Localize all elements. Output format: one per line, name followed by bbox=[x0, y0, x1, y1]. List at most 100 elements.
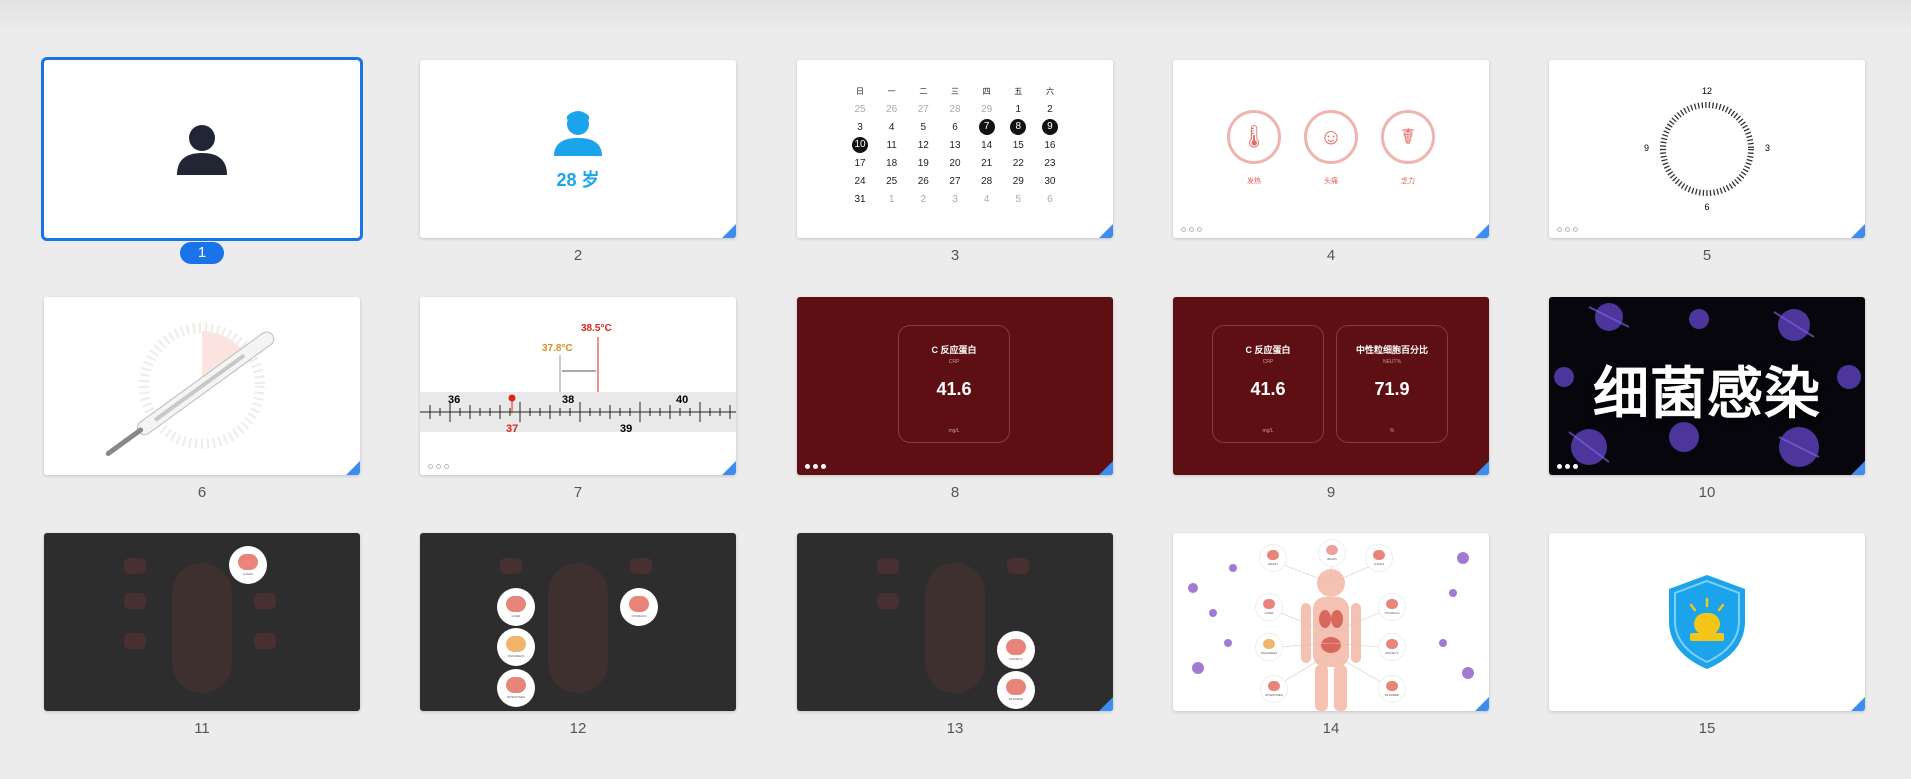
slide-preview[interactable] bbox=[1549, 533, 1865, 711]
calendar-day: 25 bbox=[886, 175, 898, 187]
thermometer-icon: 🌡 bbox=[1227, 110, 1281, 164]
calendar-day: 2 bbox=[1047, 103, 1053, 115]
kidneys-bubble: KIDNEYS bbox=[1378, 633, 1406, 661]
organ-label: LUNGS bbox=[1373, 562, 1385, 566]
calendar-week: 17 18 19 20 21 22 23 bbox=[849, 154, 1061, 172]
calendar-day: 14 bbox=[981, 139, 993, 151]
age-label: 28 岁 bbox=[556, 170, 600, 190]
slide-number: 4 bbox=[1326, 247, 1336, 264]
organ-ghost bbox=[877, 593, 899, 609]
liver-icon bbox=[1263, 599, 1275, 609]
organ-label: KIDNEYS bbox=[1385, 651, 1399, 655]
calendar-day: 24 bbox=[854, 175, 866, 187]
metric-title: C 反应蛋白 bbox=[931, 345, 977, 355]
slide-thumbnail-9[interactable]: C 反应蛋白 CRP 41.6 mg/L 中性粒细胞百分比 NEUT% 71.9… bbox=[1173, 297, 1489, 507]
calendar-day: 6 bbox=[952, 121, 958, 133]
stomach-bubble: STOMACH bbox=[620, 588, 658, 626]
transition-marker bbox=[346, 461, 360, 475]
slide-thumbnail-6[interactable]: 6 bbox=[44, 297, 360, 507]
calendar-day: 6 bbox=[1047, 193, 1053, 205]
dots-indicator bbox=[428, 464, 449, 469]
calendar-week: 3 4 5 6 7 8 9 bbox=[849, 118, 1061, 136]
body-silhouette bbox=[172, 563, 232, 693]
calendar-day: 25 bbox=[854, 103, 866, 115]
slide-thumbnail-14[interactable]: HEART BRAIN LUNGS LIVER STOMACH PANCREAS… bbox=[1173, 533, 1489, 743]
metric-card: C 反应蛋白 CRP 41.6 mg/L bbox=[898, 325, 1010, 443]
slide-preview[interactable]: LIVER PANCREAS INTESTINES STOMACH bbox=[420, 533, 736, 711]
pancreas-icon bbox=[1263, 639, 1275, 649]
slide-thumbnail-10[interactable]: 细菌感染 10 bbox=[1549, 297, 1865, 507]
metric-unit: % bbox=[1389, 428, 1395, 434]
ruler-tick-label: 38 bbox=[562, 394, 575, 406]
slide-thumbnail-4[interactable]: 🌡 发热 ☺ 头痛 ☤ 乏力 4 bbox=[1173, 60, 1489, 270]
bladder-bubble: BLADDER bbox=[1378, 675, 1406, 703]
calendar-day: 16 bbox=[1044, 139, 1056, 151]
kidneys-icon bbox=[1006, 639, 1026, 655]
organ-label: LIVER bbox=[1264, 611, 1274, 615]
slide-number: 12 bbox=[569, 720, 587, 737]
slide-thumbnail-13[interactable]: KIDNEYS BLADDER 13 bbox=[797, 533, 1113, 743]
organ-ghost bbox=[254, 593, 276, 609]
fatigue-icon: ☤ bbox=[1381, 110, 1435, 164]
slide-thumbnail-3[interactable]: 日 一 二 三 四 五 六 25 26 27 28 29 1 2 3 4 5 6… bbox=[797, 60, 1113, 270]
slide-thumbnail-5[interactable]: 12 3 6 9 5 bbox=[1549, 60, 1865, 270]
slide-preview[interactable]: 38.5°C 37.8°C 36 38 40 37 39 bbox=[420, 297, 736, 475]
calendar-day: 20 bbox=[949, 157, 961, 169]
bladder-icon bbox=[1386, 681, 1398, 691]
slide-thumbnail-1[interactable]: 1 bbox=[41, 57, 363, 270]
slide-thumbnail-15[interactable]: 15 bbox=[1549, 533, 1865, 743]
lungs-bubble: LUNGS bbox=[1365, 544, 1393, 572]
calendar-day: 28 bbox=[949, 103, 961, 115]
bladder-bubble: BLADDER bbox=[997, 671, 1035, 709]
slide-preview[interactable]: LUNGS bbox=[44, 533, 360, 711]
slide-preview[interactable]: C 反应蛋白 CRP 41.6 mg/L 中性粒细胞百分比 NEUT% 71.9… bbox=[1173, 297, 1489, 475]
slide-preview[interactable]: HEART BRAIN LUNGS LIVER STOMACH PANCREAS… bbox=[1173, 533, 1489, 711]
organ-label: KIDNEYS bbox=[1009, 657, 1023, 661]
organ-label: STOMACH bbox=[631, 614, 647, 618]
liver-bubble: LIVER bbox=[1255, 593, 1283, 621]
organ-label: PANCREAS bbox=[507, 654, 525, 658]
calendar-day: 29 bbox=[1012, 175, 1024, 187]
transition-marker bbox=[1099, 224, 1113, 238]
calendar-day: 27 bbox=[917, 103, 929, 115]
ruler-tick-label: 39 bbox=[620, 423, 633, 435]
calendar-day: 21 bbox=[981, 157, 993, 169]
slide-preview[interactable]: 细菌感染 bbox=[1549, 297, 1865, 475]
slide-thumbnail-2[interactable]: 28 岁 2 bbox=[420, 60, 736, 270]
calendar-day: 26 bbox=[917, 175, 929, 187]
slide-preview[interactable]: 28 岁 bbox=[420, 60, 736, 238]
organ-label: BLADDER bbox=[1384, 693, 1400, 697]
slide-thumbnail-8[interactable]: C 反应蛋白 CRP 41.6 mg/L 8 bbox=[797, 297, 1113, 507]
slide-preview[interactable] bbox=[41, 57, 363, 241]
calendar-day: 13 bbox=[949, 139, 961, 151]
transition-marker bbox=[1851, 461, 1865, 475]
calendar-day: 31 bbox=[854, 193, 866, 205]
clock-label-12: 12 bbox=[1701, 86, 1712, 96]
slide-preview[interactable]: 日 一 二 三 四 五 六 25 26 27 28 29 1 2 3 4 5 6… bbox=[797, 60, 1113, 238]
pancreas-bubble: PANCREAS bbox=[1255, 633, 1283, 661]
organ-ghost bbox=[124, 558, 146, 574]
slide-preview[interactable]: 🌡 发热 ☺ 头痛 ☤ 乏力 bbox=[1173, 60, 1489, 238]
calendar-day-marked: 8 bbox=[1010, 119, 1027, 135]
stomach-icon bbox=[1386, 599, 1398, 609]
slide-preview[interactable]: 12 3 6 9 bbox=[1549, 60, 1865, 238]
organ-label: INTESTINES bbox=[507, 695, 525, 699]
slide-thumbnail-11[interactable]: LUNGS 11 bbox=[44, 533, 360, 743]
calendar-day: 2 bbox=[920, 193, 927, 205]
calendar-day: 28 bbox=[981, 175, 993, 187]
slide-thumbnail-12[interactable]: LIVER PANCREAS INTESTINES STOMACH 12 bbox=[420, 533, 736, 743]
ruler-tick-label: 36 bbox=[448, 394, 461, 406]
slide-preview[interactable]: KIDNEYS BLADDER bbox=[797, 533, 1113, 711]
calendar-day: 4 bbox=[888, 121, 895, 133]
slide-thumbnail-7[interactable]: 38.5°C 37.8°C 36 38 40 37 39 7 bbox=[420, 297, 736, 507]
slide-preview[interactable]: C 反应蛋白 CRP 41.6 mg/L bbox=[797, 297, 1113, 475]
dots-indicator bbox=[1557, 464, 1578, 469]
slide-number: 9 bbox=[1326, 484, 1336, 501]
transition-marker bbox=[1475, 697, 1489, 711]
transition-marker bbox=[1099, 461, 1113, 475]
metric-subtitle: NEUT% bbox=[1382, 359, 1402, 365]
kidneys-bubble: KIDNEYS bbox=[997, 631, 1035, 669]
weekday: 四 bbox=[982, 86, 991, 96]
slide-preview[interactable] bbox=[44, 297, 360, 475]
weekday: 五 bbox=[1014, 86, 1023, 96]
